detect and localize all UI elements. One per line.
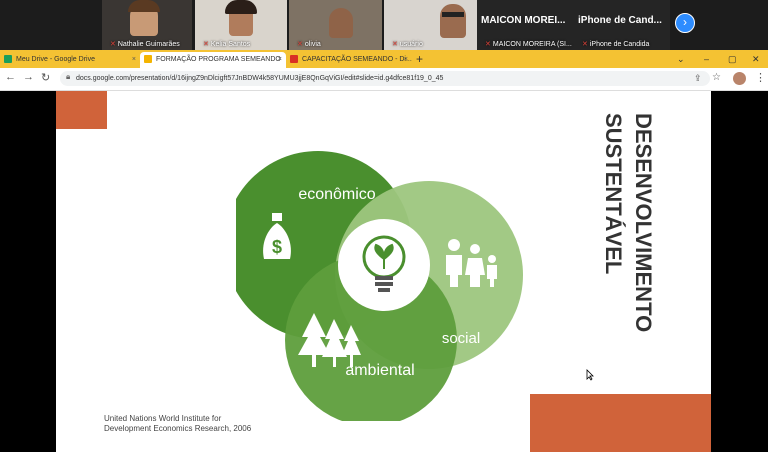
tab-capacitacao[interactable]: CAPACITAÇÃO SEMEANDO - Di... × bbox=[286, 52, 412, 68]
slide-title: SUSTENTÁVEL DESENVOLVIMENTO bbox=[601, 113, 656, 333]
share-icon[interactable]: ⇪ bbox=[694, 73, 702, 84]
source-line-1: United Nations World Institute for bbox=[104, 414, 222, 423]
new-tab-button[interactable]: + bbox=[416, 50, 423, 68]
participant-name: ✕ iPhone de Candida bbox=[582, 40, 650, 49]
chevron-right-icon: › bbox=[683, 15, 687, 29]
tab-label: FORMAÇÃO PROGRAMA SEMEANDO bbox=[156, 56, 281, 63]
participant-name: ✕ olivia bbox=[297, 40, 321, 49]
svg-text:$: $ bbox=[272, 237, 282, 257]
next-participants-button[interactable]: › bbox=[675, 13, 695, 33]
drive-icon bbox=[4, 55, 12, 64]
tab-search-icon[interactable]: ⌄ bbox=[677, 50, 685, 68]
minimize-button[interactable]: – bbox=[704, 50, 709, 68]
muted-mic-icon: ✕ bbox=[110, 41, 116, 48]
muted-mic-icon: ✕ bbox=[297, 41, 303, 48]
muted-mic-icon: ✕ bbox=[392, 41, 398, 48]
participant-tile[interactable]: ✕ usuário bbox=[384, 0, 477, 50]
close-tab-icon[interactable]: × bbox=[404, 52, 408, 68]
back-button[interactable]: ← bbox=[5, 71, 16, 83]
lock-icon[interactable]: 🔒︎ bbox=[66, 72, 70, 82]
tab-label: CAPACITAÇÃO SEMEANDO - Di... bbox=[302, 56, 412, 63]
presentation-slide[interactable]: $ econômico social ambiental SUSTENTÁVEL… bbox=[56, 91, 711, 452]
muted-mic-icon: ✕ bbox=[203, 41, 209, 48]
slide-title-line-2: SUSTENTÁVEL bbox=[601, 113, 626, 275]
reload-button[interactable]: ↻ bbox=[41, 71, 50, 84]
sustainability-venn-diagram: $ econômico social ambiental bbox=[236, 151, 523, 421]
participant-tile[interactable]: iPhone de Cand... ✕ iPhone de Candida bbox=[574, 0, 670, 50]
participant-name: ✕ MAICON MOREIRA (SI... bbox=[485, 40, 572, 49]
decorative-block bbox=[56, 91, 107, 129]
url-text: docs.google.com/presentation/d/16ijngZ9n… bbox=[76, 75, 444, 82]
participant-strip: ✕ Nathalie Guimarães ✕ Kelia Santos ✕ olivi… bbox=[0, 0, 768, 50]
participant-name: ✕ Kelia Santos bbox=[203, 40, 251, 49]
participant-video bbox=[440, 4, 466, 38]
gmail-icon bbox=[290, 55, 298, 64]
participant-name: ✕ usuário bbox=[392, 40, 423, 49]
economic-label: econômico bbox=[298, 186, 375, 203]
menu-icon[interactable]: ⋮ bbox=[755, 71, 766, 84]
participant-big-name: iPhone de Cand... bbox=[578, 15, 662, 26]
participant-hair bbox=[225, 0, 257, 14]
bookmark-star-icon[interactable]: ☆ bbox=[712, 72, 721, 83]
tab-google-drive[interactable]: Meu Drive - Google Drive × bbox=[0, 52, 140, 68]
decorative-block bbox=[530, 394, 711, 452]
participant-video bbox=[329, 8, 353, 38]
browser-tab-bar: Meu Drive - Google Drive × FORMAÇÃO PROGR… bbox=[0, 50, 768, 68]
tab-formacao[interactable]: FORMAÇÃO PROGRAMA SEMEANDO × bbox=[140, 52, 286, 68]
maximize-button[interactable]: ▢ bbox=[728, 50, 737, 68]
source-citation: United Nations World Institute for Devel… bbox=[104, 414, 251, 434]
close-window-button[interactable]: ✕ bbox=[752, 50, 760, 68]
close-tab-icon[interactable]: × bbox=[132, 52, 136, 68]
muted-mic-icon: ✕ bbox=[485, 41, 491, 48]
participant-big-name: MAICON MOREI... bbox=[481, 15, 566, 26]
slides-icon bbox=[144, 55, 152, 64]
address-bar[interactable]: docs.google.com/presentation/d/16ijngZ9n… bbox=[60, 71, 710, 86]
social-label: social bbox=[442, 330, 480, 347]
participant-tile[interactable]: ✕ Nathalie Guimarães bbox=[102, 0, 192, 50]
participant-tile[interactable]: ✕ Kelia Santos bbox=[195, 0, 287, 50]
participant-tile[interactable]: MAICON MOREI... ✕ MAICON MOREIRA (SI... bbox=[477, 0, 574, 50]
environmental-label: ambiental bbox=[345, 362, 414, 379]
browser-toolbar: ← → ↻ docs.google.com/presentation/d/16i… bbox=[0, 68, 768, 91]
participant-name: ✕ Nathalie Guimarães bbox=[110, 40, 180, 49]
slide-title-line-1: DESENVOLVIMENTO bbox=[631, 113, 656, 333]
mouse-cursor-icon bbox=[586, 369, 594, 381]
close-tab-icon[interactable]: × bbox=[278, 52, 282, 68]
participant-tile[interactable]: ✕ olivia bbox=[289, 0, 382, 50]
tab-label: Meu Drive - Google Drive bbox=[16, 56, 95, 63]
glasses-icon bbox=[442, 12, 464, 17]
source-line-2: Development Economics Research, 2006 bbox=[104, 424, 252, 433]
participant-hair bbox=[128, 0, 160, 12]
profile-avatar[interactable] bbox=[733, 72, 746, 85]
forward-button[interactable]: → bbox=[23, 71, 34, 83]
muted-mic-icon: ✕ bbox=[582, 41, 588, 48]
